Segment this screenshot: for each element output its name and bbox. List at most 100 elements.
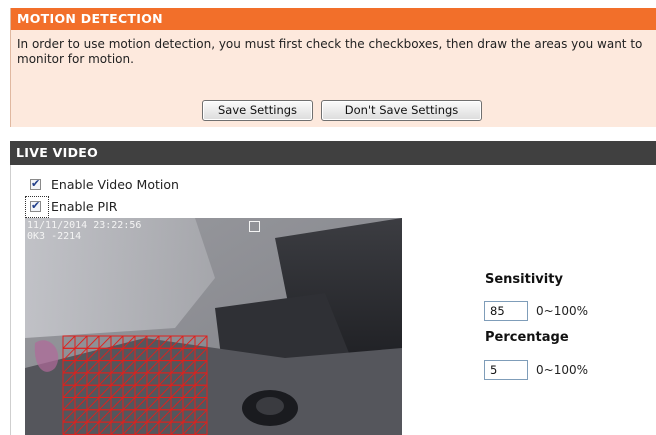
motion-detection-description: In order to use motion detection, you mu… <box>17 37 643 66</box>
motion-grid-diagonal <box>122 347 136 361</box>
motion-grid-diagonal <box>170 384 184 398</box>
motion-grid-diagonal <box>110 335 124 349</box>
motion-grid-diagonal <box>134 347 148 361</box>
motion-grid-diagonal <box>110 372 124 386</box>
motion-grid-diagonal <box>146 372 160 386</box>
motion-grid-diagonal <box>146 347 160 361</box>
motion-grid-diagonal <box>86 347 100 361</box>
motion-area-grid[interactable] <box>25 218 402 435</box>
save-settings-button[interactable]: Save Settings <box>202 100 313 121</box>
motion-grid-diagonal <box>74 372 88 386</box>
checkmark-icon: ✔ <box>31 176 41 190</box>
motion-grid-diagonal <box>110 409 124 423</box>
motion-grid-diagonal <box>182 372 196 386</box>
sensitivity-label: Sensitivity <box>485 272 563 287</box>
motion-grid-diagonal <box>110 397 124 411</box>
motion-grid-diagonal <box>110 384 124 398</box>
motion-grid-diagonal <box>122 384 136 398</box>
motion-grid-diagonal <box>74 335 88 349</box>
motion-grid-diagonal <box>122 335 136 349</box>
motion-grid-diagonal <box>194 409 208 423</box>
motion-grid-diagonal <box>134 360 148 374</box>
motion-grid-diagonal <box>86 397 100 411</box>
motion-grid-diagonal <box>74 421 88 435</box>
motion-grid-diagonal <box>98 397 112 411</box>
motion-grid-diagonal <box>74 409 88 423</box>
motion-grid-diagonal <box>98 409 112 423</box>
osd-marker-icon <box>249 221 260 232</box>
motion-grid-diagonal <box>122 409 136 423</box>
motion-grid-diagonal <box>98 360 112 374</box>
motion-grid-diagonal <box>182 409 196 423</box>
motion-grid-diagonal <box>122 421 136 435</box>
motion-grid-diagonal <box>86 421 100 435</box>
motion-grid-diagonal <box>158 372 172 386</box>
motion-grid-diagonal <box>62 372 76 386</box>
motion-grid-diagonal <box>86 409 100 423</box>
enable-pir-checkbox[interactable]: ✔ <box>30 198 41 212</box>
motion-grid-diagonal <box>134 421 148 435</box>
motion-grid-diagonal <box>194 384 208 398</box>
motion-grid-diagonal <box>146 397 160 411</box>
motion-grid-diagonal <box>170 335 184 349</box>
motion-grid-diagonal <box>194 335 208 349</box>
motion-grid-diagonal <box>62 421 76 435</box>
motion-grid-diagonal <box>62 384 76 398</box>
motion-grid-diagonal <box>86 360 100 374</box>
motion-grid-diagonal <box>170 421 184 435</box>
motion-grid-diagonal <box>158 409 172 423</box>
live-video-border <box>10 165 11 435</box>
motion-grid-diagonal <box>158 347 172 361</box>
motion-grid-diagonal <box>194 360 208 374</box>
motion-grid-diagonal <box>122 360 136 374</box>
motion-grid-diagonal <box>194 347 208 361</box>
percentage-label: Percentage <box>485 330 569 345</box>
motion-grid-diagonal <box>110 347 124 361</box>
motion-grid-diagonal <box>194 421 208 435</box>
motion-grid-diagonal <box>86 335 100 349</box>
enable-pir-label[interactable]: Enable PIR <box>51 199 117 214</box>
motion-grid-diagonal <box>134 384 148 398</box>
motion-grid-diagonal <box>182 347 196 361</box>
motion-grid-diagonal <box>170 372 184 386</box>
enable-video-motion-checkbox[interactable]: ✔ <box>30 176 41 190</box>
motion-grid-diagonal <box>98 384 112 398</box>
motion-grid-diagonal <box>158 397 172 411</box>
motion-grid-diagonal <box>146 384 160 398</box>
motion-grid-diagonal <box>74 360 88 374</box>
percentage-input[interactable] <box>484 360 528 380</box>
percentage-range: 0~100% <box>536 363 588 377</box>
live-video-title: LIVE VIDEO <box>10 141 656 165</box>
motion-grid-diagonal <box>62 335 76 349</box>
motion-grid-diagonal <box>158 360 172 374</box>
checkmark-icon: ✔ <box>31 198 41 212</box>
motion-grid-diagonal <box>146 360 160 374</box>
live-video-feed[interactable]: 11/11/2014 23:22:56 0K3 -2214 <box>25 218 402 435</box>
motion-grid-diagonal <box>98 372 112 386</box>
motion-grid-diagonal <box>62 409 76 423</box>
motion-grid-diagonal <box>86 372 100 386</box>
enable-video-motion-row[interactable]: ✔ Enable Video Motion <box>30 175 179 193</box>
motion-grid-diagonal <box>182 397 196 411</box>
motion-detection-panel: MOTION DETECTION In order to use motion … <box>10 8 656 128</box>
motion-grid-cells[interactable] <box>62 335 208 435</box>
dont-save-settings-button[interactable]: Don't Save Settings <box>321 100 482 121</box>
motion-grid-diagonal <box>62 347 76 361</box>
sensitivity-input[interactable] <box>484 301 528 321</box>
motion-grid-diagonal <box>134 335 148 349</box>
motion-grid-diagonal <box>134 397 148 411</box>
motion-grid-diagonal <box>62 397 76 411</box>
motion-grid-diagonal <box>122 372 136 386</box>
motion-grid-diagonal <box>98 335 112 349</box>
motion-grid-diagonal <box>62 360 76 374</box>
motion-grid-diagonal <box>146 409 160 423</box>
motion-grid-diagonal <box>182 421 196 435</box>
motion-grid-diagonal <box>146 335 160 349</box>
motion-grid-diagonal <box>122 397 136 411</box>
enable-pir-row[interactable]: ✔ Enable PIR <box>30 197 117 215</box>
sensitivity-range: 0~100% <box>536 304 588 318</box>
motion-grid-diagonal <box>194 397 208 411</box>
motion-detection-title: MOTION DETECTION <box>11 8 656 30</box>
motion-grid-diagonal <box>74 384 88 398</box>
enable-video-motion-label[interactable]: Enable Video Motion <box>51 177 179 192</box>
